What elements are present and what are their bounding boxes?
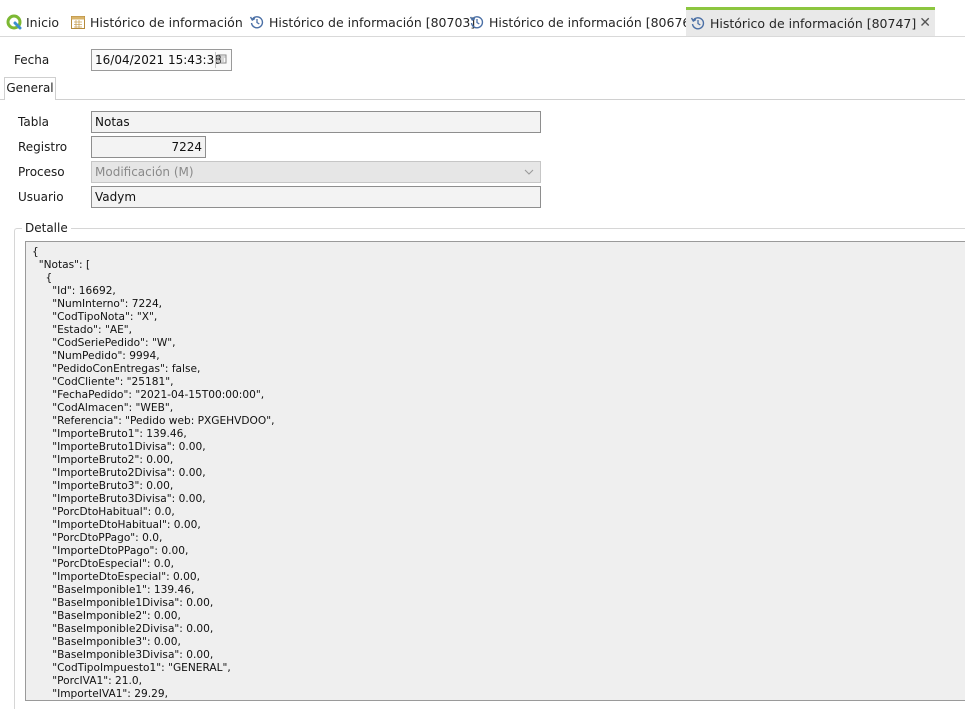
tab-label: Histórico de información [80703]: [269, 14, 476, 30]
proceso-select[interactable]: Modificación (M): [91, 161, 541, 183]
fecha-label: Fecha: [14, 53, 50, 67]
home-refresh-icon: [6, 14, 22, 30]
detalle-json-textarea[interactable]: { "Notas": [ { "Id": 16692, "NumInterno"…: [25, 241, 965, 701]
usuario-field[interactable]: Vadym: [91, 186, 541, 208]
tab-bar: Inicio Histórico de información Históric…: [0, 0, 965, 37]
chevron-down-icon: [524, 165, 534, 185]
tab-historico-80747[interactable]: Histórico de información [80747] ✕: [686, 7, 935, 36]
divider: [56, 99, 965, 100]
proceso-value: Modificación (M): [95, 165, 194, 179]
fecha-field[interactable]: 16/04/2021 15:43:38: [91, 49, 232, 71]
tab-label: Histórico de información: [90, 14, 243, 30]
registro-label: Registro: [18, 140, 68, 154]
usuario-label: Usuario: [18, 190, 64, 204]
tab-label: Inicio: [26, 14, 60, 30]
fecha-value: 16/04/2021 15:43:38: [95, 53, 222, 67]
tabla-label: Tabla: [18, 115, 50, 129]
calendar-picker-icon[interactable]: [215, 52, 230, 68]
tab-label: Histórico de información [80747]: [710, 15, 917, 31]
tab-inicio[interactable]: Inicio: [6, 8, 59, 36]
detalle-json-text: { "Notas": [ { "Id": 16692, "NumInterno"…: [32, 246, 275, 700]
tab-historico-80676[interactable]: Histórico de información [80676]: [469, 8, 695, 36]
tab-historico-80703[interactable]: Histórico de información [80703]: [249, 8, 475, 36]
tabla-value: Notas: [95, 115, 130, 129]
close-icon[interactable]: ✕: [919, 15, 931, 31]
history-icon: [249, 14, 265, 30]
history-icon: [469, 14, 485, 30]
usuario-value: Vadym: [95, 190, 137, 204]
history-icon: [690, 15, 706, 31]
detalle-label: Detalle: [22, 221, 71, 235]
tab-general-label: General: [6, 81, 54, 95]
registro-field[interactable]: 7224: [91, 136, 206, 158]
tabla-field[interactable]: Notas: [91, 111, 541, 133]
tab-historico[interactable]: Histórico de información: [70, 8, 243, 36]
tab-label: Histórico de información [80676]: [489, 14, 696, 30]
tab-general[interactable]: General: [4, 77, 56, 100]
registro-value: 7224: [171, 140, 202, 154]
calendar-icon: [70, 14, 86, 30]
proceso-label: Proceso: [18, 165, 65, 179]
